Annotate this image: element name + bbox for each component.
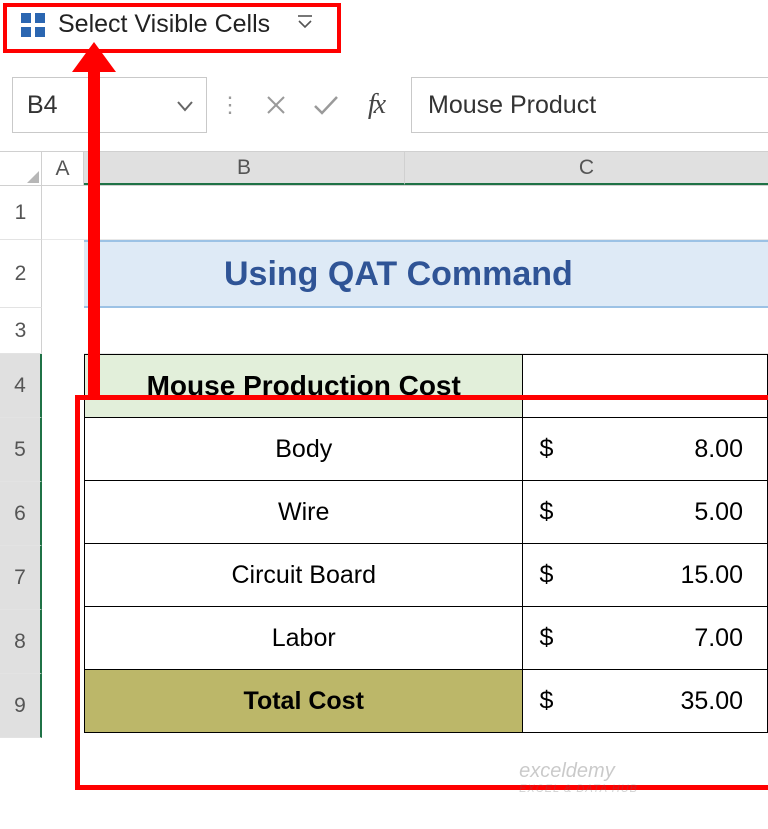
money-value: 5.00 (539, 498, 743, 527)
item-label[interactable]: Circuit Board (85, 544, 523, 607)
item-label[interactable]: Body (85, 418, 523, 481)
select-all-triangle[interactable] (0, 152, 42, 185)
total-value[interactable]: $ 35.00 (523, 670, 768, 733)
table-row: Wire $ 5.00 (85, 481, 768, 544)
row-header-9[interactable]: 9 (0, 674, 42, 738)
total-label[interactable]: Total Cost (85, 670, 523, 733)
select-visible-cells-button[interactable]: Select Visible Cells (14, 6, 276, 43)
chevron-down-icon[interactable] (176, 91, 194, 120)
separator-dots: ⋮ (211, 77, 249, 133)
watermark-brand: exceldemy (519, 760, 615, 782)
fx-label: fx (368, 89, 384, 121)
row-header-8[interactable]: 8 (0, 610, 42, 674)
enter-button[interactable] (303, 77, 349, 133)
col-header-c[interactable]: C (405, 152, 768, 185)
formula-value: Mouse Product (428, 91, 596, 120)
currency-symbol: $ (539, 498, 553, 527)
item-value[interactable]: $ 8.00 (523, 418, 768, 481)
formula-bar: B4 ⋮ fx Mouse Product (0, 77, 768, 133)
money-value: 15.00 (539, 561, 743, 590)
item-value[interactable]: $ 5.00 (523, 481, 768, 544)
insert-function-button[interactable]: fx (353, 77, 399, 133)
title-cell[interactable]: Using QAT Command (84, 240, 768, 308)
item-label[interactable]: Labor (85, 607, 523, 670)
row-header-2[interactable]: 2 (0, 240, 42, 308)
row-header-1[interactable]: 1 (0, 186, 42, 240)
currency-symbol: $ (539, 624, 553, 653)
data-table: Mouse Production Cost Body $ 8.00 Wire $… (84, 354, 768, 733)
arrow-head-icon (72, 42, 116, 72)
table-row: Circuit Board $ 15.00 (85, 544, 768, 607)
item-label[interactable]: Wire (85, 481, 523, 544)
money-value: 35.00 (539, 687, 743, 716)
item-value[interactable]: $ 7.00 (523, 607, 768, 670)
table-row: Labor $ 7.00 (85, 607, 768, 670)
watermark: exceldemy EXCEL & DATA HUB (519, 760, 638, 795)
item-value[interactable]: $ 15.00 (523, 544, 768, 607)
name-box[interactable]: B4 (12, 77, 207, 133)
row-header-4[interactable]: 4 (0, 354, 42, 418)
money-value: 8.00 (539, 435, 743, 464)
table-total-row: Total Cost $ 35.00 (85, 670, 768, 733)
qat-button-label: Select Visible Cells (58, 10, 270, 39)
row-header-6[interactable]: 6 (0, 482, 42, 546)
name-box-value: B4 (27, 91, 58, 120)
select-visible-cells-icon (20, 12, 46, 38)
currency-symbol: $ (539, 435, 553, 464)
watermark-tagline: EXCEL & DATA HUB (519, 783, 638, 795)
title-cell-text: Using QAT Command (224, 255, 573, 294)
col-header-b[interactable]: B (84, 152, 405, 185)
cell-row-3[interactable] (84, 308, 768, 354)
cancel-button[interactable] (253, 77, 299, 133)
arrow-line (88, 53, 100, 396)
currency-symbol: $ (539, 687, 553, 716)
row-header-3[interactable]: 3 (0, 308, 42, 354)
table-header[interactable]: Mouse Production Cost (85, 355, 523, 418)
formula-input[interactable]: Mouse Product (411, 77, 768, 133)
currency-symbol: $ (539, 561, 553, 590)
money-value: 7.00 (539, 624, 743, 653)
cell-row-1[interactable] (42, 186, 768, 240)
col-header-a[interactable]: A (42, 152, 84, 185)
row-header-5[interactable]: 5 (0, 418, 42, 482)
customize-qat-button[interactable] (290, 9, 320, 40)
table-row: Body $ 8.00 (85, 418, 768, 481)
row-header-7[interactable]: 7 (0, 546, 42, 610)
column-headers: A B C (0, 151, 768, 186)
row-headers: 1 2 3 4 5 6 7 8 9 (0, 186, 42, 738)
